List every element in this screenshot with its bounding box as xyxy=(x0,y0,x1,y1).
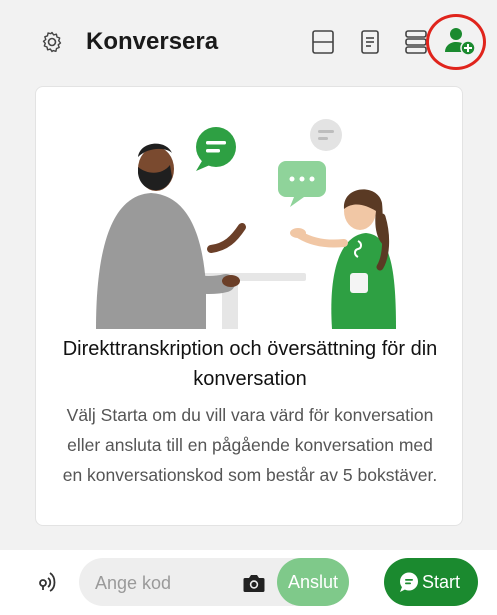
split-view-icon[interactable] xyxy=(310,28,336,56)
bottom-bar: Anslut Start xyxy=(0,550,497,615)
conversation-illustration xyxy=(96,119,396,329)
proximity-icon[interactable] xyxy=(34,564,62,592)
app-header: Konversera xyxy=(0,0,497,82)
document-icon[interactable] xyxy=(357,28,383,56)
chat-bubble-icon xyxy=(400,572,418,592)
start-button[interactable]: Start xyxy=(384,558,478,606)
highlight-circle xyxy=(426,14,486,70)
start-label: Start xyxy=(422,572,461,592)
join-button[interactable]: Anslut xyxy=(277,558,349,606)
info-card: Direkttranskription och översättning för… xyxy=(35,86,463,526)
card-heading: Direkttranskription och översättning för… xyxy=(62,338,438,390)
camera-icon[interactable] xyxy=(242,572,266,594)
gear-icon[interactable] xyxy=(40,30,64,54)
page-title: Konversera xyxy=(86,28,219,55)
code-input[interactable] xyxy=(93,570,237,596)
code-entry: Anslut xyxy=(79,558,349,606)
card-description: Välj Starta om du vill vara värd för kon… xyxy=(62,405,438,485)
